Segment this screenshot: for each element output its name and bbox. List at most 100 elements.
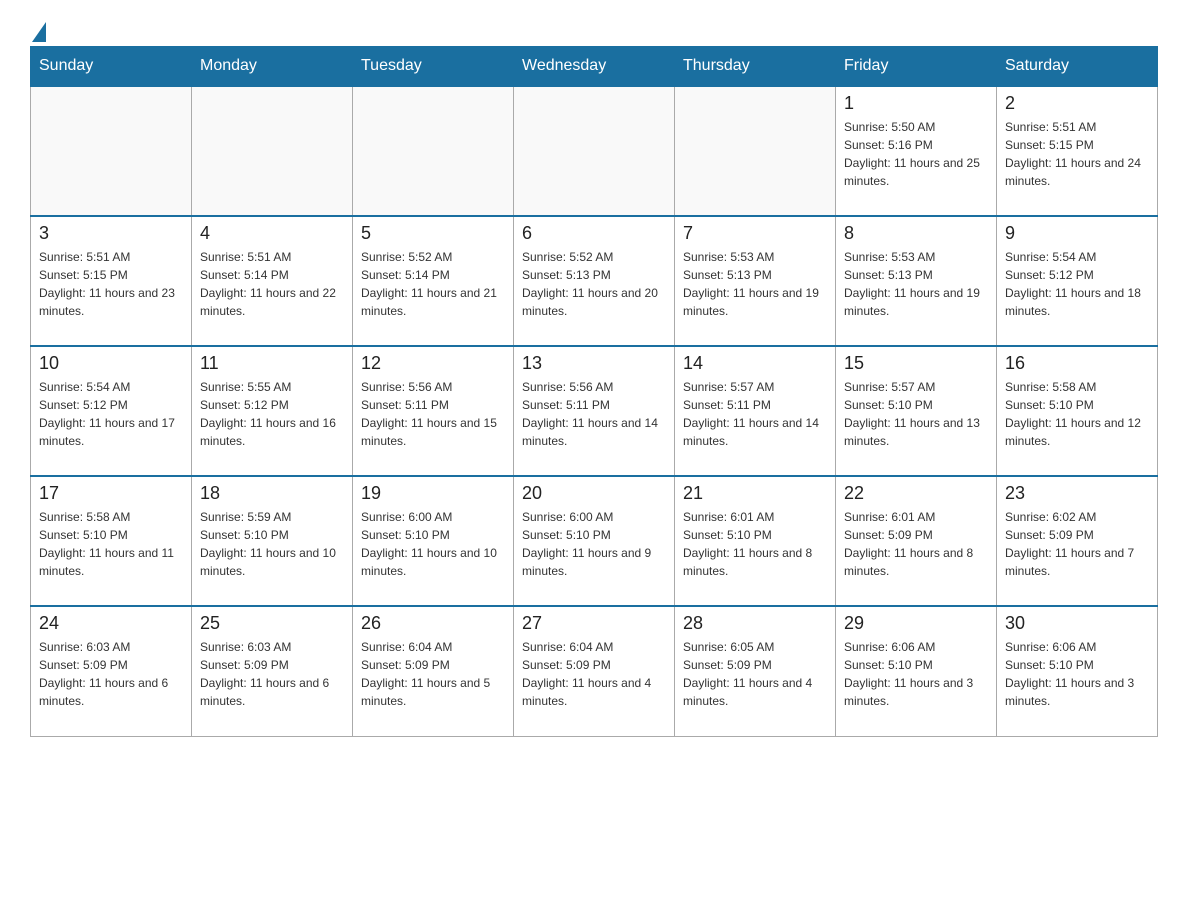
day-number: 14 [683, 353, 827, 374]
day-info: Sunrise: 5:53 AMSunset: 5:13 PMDaylight:… [683, 248, 827, 320]
calendar-cell-2-1: 11 Sunrise: 5:55 AMSunset: 5:12 PMDayligh… [192, 346, 353, 476]
day-number: 16 [1005, 353, 1149, 374]
calendar-cell-2-6: 16Sunrise: 5:58 AMSunset: 5:10 PMDayligh… [997, 346, 1158, 476]
day-number: 30 [1005, 613, 1149, 634]
day-number: 21 [683, 483, 827, 504]
calendar-cell-3-3: 20 Sunrise: 6:00 AMSunset: 5:10 PMDayligh… [514, 476, 675, 606]
calendar-cell-0-4 [675, 86, 836, 216]
header-friday: Friday [836, 47, 997, 87]
header-sunday: Sunday [31, 47, 192, 87]
day-info: Sunrise: 6:04 AMSunset: 5:09 PMDaylight:… [361, 638, 505, 710]
day-number: 19 [361, 483, 505, 504]
calendar-cell-0-6: 2 Sunrise: 5:51 AMSunset: 5:15 PMDaylight… [997, 86, 1158, 216]
calendar-cell-4-1: 25 Sunrise: 6:03 AMSunset: 5:09 PMDayligh… [192, 606, 353, 736]
day-number: 6 [522, 223, 666, 244]
day-info: Sunrise: 6:03 AMSunset: 5:09 PMDaylight:… [200, 638, 344, 710]
calendar-cell-1-1: 4Sunrise: 5:51 AMSunset: 5:14 PMDaylight… [192, 216, 353, 346]
header-thursday: Thursday [675, 47, 836, 87]
header-monday: Monday [192, 47, 353, 87]
day-number: 18 [200, 483, 344, 504]
day-info: Sunrise: 5:50 AMSunset: 5:16 PMDaylight:… [844, 118, 988, 190]
calendar-cell-3-1: 18Sunrise: 5:59 AMSunset: 5:10 PMDayligh… [192, 476, 353, 606]
calendar-cell-0-3 [514, 86, 675, 216]
day-number: 25 [200, 613, 344, 634]
day-number: 15 [844, 353, 988, 374]
day-info: Sunrise: 5:56 AMSunset: 5:11 PMDaylight:… [522, 378, 666, 450]
day-info: Sunrise: 5:55 AMSunset: 5:12 PMDaylight:… [200, 378, 344, 450]
calendar-cell-4-4: 28Sunrise: 6:05 AMSunset: 5:09 PMDayligh… [675, 606, 836, 736]
day-number: 7 [683, 223, 827, 244]
calendar-cell-4-3: 27 Sunrise: 6:04 AMSunset: 5:09 PMDayligh… [514, 606, 675, 736]
day-number: 10 [39, 353, 183, 374]
calendar-cell-1-6: 9Sunrise: 5:54 AMSunset: 5:12 PMDaylight… [997, 216, 1158, 346]
day-number: 11 [200, 353, 344, 374]
day-info: Sunrise: 6:00 AMSunset: 5:10 PMDaylight:… [522, 508, 666, 580]
day-info: Sunrise: 6:04 AMSunset: 5:09 PMDaylight:… [522, 638, 666, 710]
day-number: 22 [844, 483, 988, 504]
day-info: Sunrise: 5:57 AMSunset: 5:10 PMDaylight:… [844, 378, 988, 450]
day-number: 13 [522, 353, 666, 374]
calendar-cell-3-2: 19 Sunrise: 6:00 AMSunset: 5:10 PMDayligh… [353, 476, 514, 606]
calendar-cell-0-2 [353, 86, 514, 216]
calendar-table: SundayMondayTuesdayWednesdayThursdayFrid… [30, 46, 1158, 737]
day-info: Sunrise: 6:01 AMSunset: 5:09 PMDaylight:… [844, 508, 988, 580]
day-info: Sunrise: 6:05 AMSunset: 5:09 PMDaylight:… [683, 638, 827, 710]
calendar-cell-1-5: 8 Sunrise: 5:53 AMSunset: 5:13 PMDaylight… [836, 216, 997, 346]
header-wednesday: Wednesday [514, 47, 675, 87]
day-number: 23 [1005, 483, 1149, 504]
calendar-cell-3-6: 23 Sunrise: 6:02 AMSunset: 5:09 PMDayligh… [997, 476, 1158, 606]
week-row-5: 24 Sunrise: 6:03 AMSunset: 5:09 PMDayligh… [31, 606, 1158, 736]
day-number: 27 [522, 613, 666, 634]
week-row-3: 10 Sunrise: 5:54 AMSunset: 5:12 PMDayligh… [31, 346, 1158, 476]
day-number: 24 [39, 613, 183, 634]
calendar-header-row: SundayMondayTuesdayWednesdayThursdayFrid… [31, 47, 1158, 87]
header-tuesday: Tuesday [353, 47, 514, 87]
header-saturday: Saturday [997, 47, 1158, 87]
calendar-cell-3-4: 21 Sunrise: 6:01 AMSunset: 5:10 PMDayligh… [675, 476, 836, 606]
calendar-cell-3-5: 22 Sunrise: 6:01 AMSunset: 5:09 PMDayligh… [836, 476, 997, 606]
calendar-cell-1-0: 3Sunrise: 5:51 AMSunset: 5:15 PMDaylight… [31, 216, 192, 346]
day-info: Sunrise: 6:06 AMSunset: 5:10 PMDaylight:… [1005, 638, 1149, 710]
day-number: 5 [361, 223, 505, 244]
calendar-cell-1-4: 7 Sunrise: 5:53 AMSunset: 5:13 PMDaylight… [675, 216, 836, 346]
calendar-cell-2-5: 15 Sunrise: 5:57 AMSunset: 5:10 PMDayligh… [836, 346, 997, 476]
logo [30, 20, 46, 36]
day-info: Sunrise: 6:02 AMSunset: 5:09 PMDaylight:… [1005, 508, 1149, 580]
calendar-cell-0-5: 1Sunrise: 5:50 AMSunset: 5:16 PMDaylight… [836, 86, 997, 216]
day-info: Sunrise: 6:00 AMSunset: 5:10 PMDaylight:… [361, 508, 505, 580]
day-info: Sunrise: 6:03 AMSunset: 5:09 PMDaylight:… [39, 638, 183, 710]
logo-top [30, 20, 46, 40]
calendar-cell-0-0 [31, 86, 192, 216]
day-number: 2 [1005, 93, 1149, 114]
day-number: 9 [1005, 223, 1149, 244]
calendar-cell-3-0: 17 Sunrise: 5:58 AMSunset: 5:10 PMDayligh… [31, 476, 192, 606]
calendar-cell-2-3: 13 Sunrise: 5:56 AMSunset: 5:11 PMDayligh… [514, 346, 675, 476]
day-number: 4 [200, 223, 344, 244]
calendar-cell-4-2: 26 Sunrise: 6:04 AMSunset: 5:09 PMDayligh… [353, 606, 514, 736]
day-info: Sunrise: 5:51 AMSunset: 5:15 PMDaylight:… [1005, 118, 1149, 190]
day-info: Sunrise: 6:01 AMSunset: 5:10 PMDaylight:… [683, 508, 827, 580]
calendar-cell-4-0: 24 Sunrise: 6:03 AMSunset: 5:09 PMDayligh… [31, 606, 192, 736]
calendar-cell-2-4: 14Sunrise: 5:57 AMSunset: 5:11 PMDayligh… [675, 346, 836, 476]
day-number: 8 [844, 223, 988, 244]
calendar-cell-2-0: 10 Sunrise: 5:54 AMSunset: 5:12 PMDayligh… [31, 346, 192, 476]
day-info: Sunrise: 5:52 AMSunset: 5:14 PMDaylight:… [361, 248, 505, 320]
day-number: 17 [39, 483, 183, 504]
calendar-cell-4-6: 30 Sunrise: 6:06 AMSunset: 5:10 PMDayligh… [997, 606, 1158, 736]
day-number: 20 [522, 483, 666, 504]
day-number: 29 [844, 613, 988, 634]
day-info: Sunrise: 5:53 AMSunset: 5:13 PMDaylight:… [844, 248, 988, 320]
day-info: Sunrise: 5:56 AMSunset: 5:11 PMDaylight:… [361, 378, 505, 450]
week-row-1: 1Sunrise: 5:50 AMSunset: 5:16 PMDaylight… [31, 86, 1158, 216]
week-row-2: 3Sunrise: 5:51 AMSunset: 5:15 PMDaylight… [31, 216, 1158, 346]
day-number: 12 [361, 353, 505, 374]
calendar-cell-1-2: 5 Sunrise: 5:52 AMSunset: 5:14 PMDaylight… [353, 216, 514, 346]
day-info: Sunrise: 5:52 AMSunset: 5:13 PMDaylight:… [522, 248, 666, 320]
week-row-4: 17 Sunrise: 5:58 AMSunset: 5:10 PMDayligh… [31, 476, 1158, 606]
day-info: Sunrise: 5:51 AMSunset: 5:15 PMDaylight:… [39, 248, 183, 320]
day-number: 26 [361, 613, 505, 634]
day-info: Sunrise: 6:06 AMSunset: 5:10 PMDaylight:… [844, 638, 988, 710]
day-info: Sunrise: 5:58 AMSunset: 5:10 PMDaylight:… [39, 508, 183, 580]
calendar-cell-1-3: 6 Sunrise: 5:52 AMSunset: 5:13 PMDaylight… [514, 216, 675, 346]
day-info: Sunrise: 5:54 AMSunset: 5:12 PMDaylight:… [39, 378, 183, 450]
